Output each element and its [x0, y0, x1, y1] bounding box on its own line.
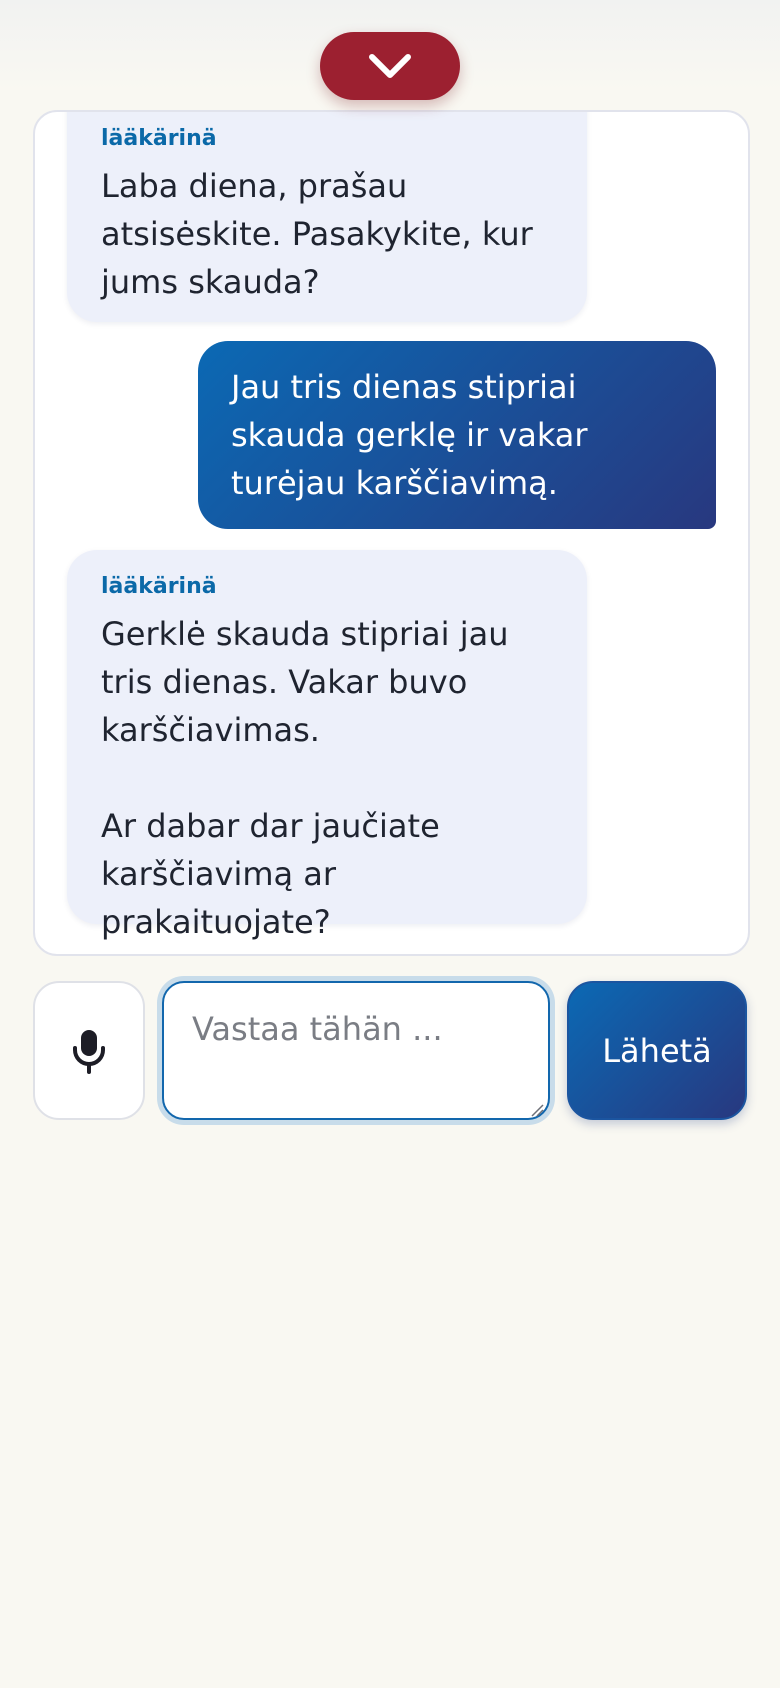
microphone-icon — [73, 1029, 105, 1074]
chat-panel[interactable]: lääkärinä Laba diena, prašau atsisėskite… — [33, 110, 750, 956]
message-text: Jau tris dienas stipriai skauda gerklę i… — [231, 368, 588, 502]
chevron-down-icon — [369, 54, 411, 78]
send-button[interactable]: Lähetä — [567, 981, 747, 1120]
message-text: Gerklė skauda stipriai jau tris dienas. … — [101, 615, 509, 941]
chat-message-bot: lääkärinä Gerklė skauda stipriai jau tri… — [67, 550, 587, 941]
resize-handle-icon[interactable] — [530, 1103, 544, 1117]
chat-message-bot: lääkärinä Laba diena, prašau atsisėskite… — [67, 112, 587, 322]
reply-input[interactable] — [162, 981, 550, 1120]
collapse-chat-button[interactable] — [320, 32, 460, 100]
message-sender-label: lääkärinä — [101, 574, 217, 599]
microphone-button[interactable] — [33, 981, 145, 1120]
message-text: Laba diena, prašau atsisėskite. Pasakyki… — [101, 167, 533, 301]
message-sender-label: lääkärinä — [101, 126, 217, 151]
chat-message-user: Jau tris dienas stipriai skauda gerklę i… — [198, 341, 716, 529]
